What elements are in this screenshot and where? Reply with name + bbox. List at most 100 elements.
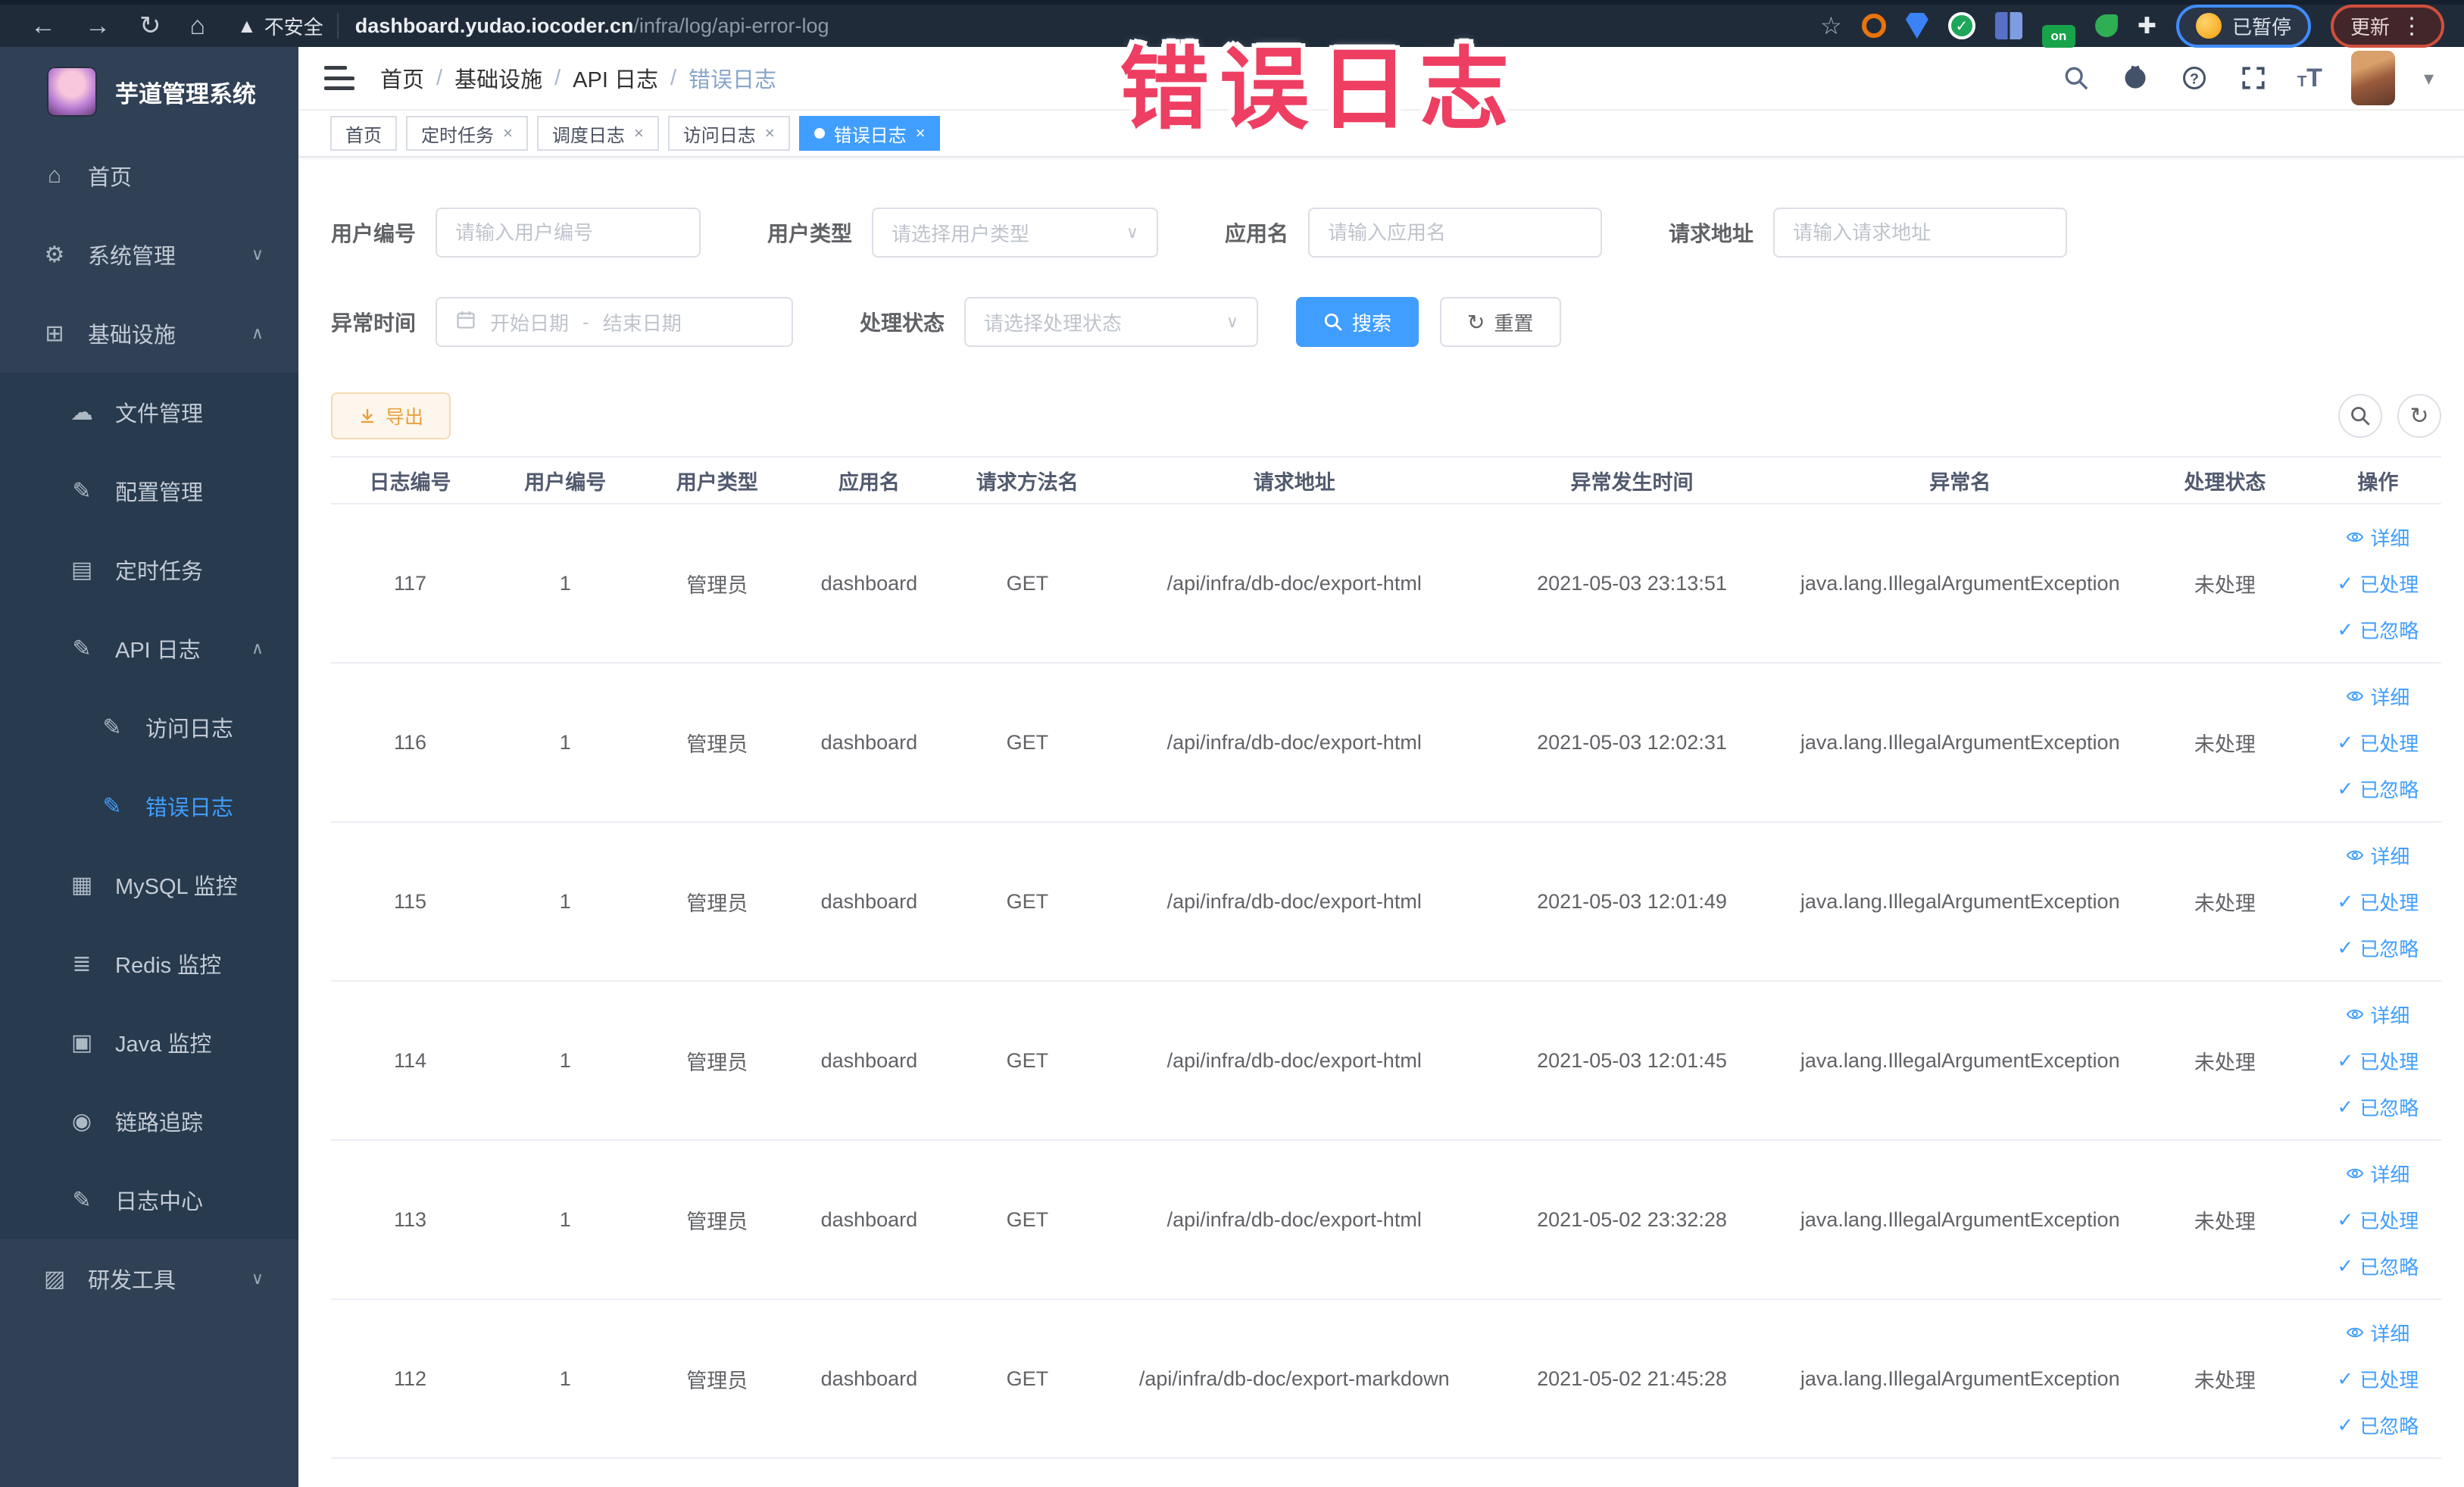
bookmark-star-icon[interactable]: ☆ [1820, 12, 1842, 39]
forward-icon[interactable]: → [85, 13, 111, 39]
toggle-search-button[interactable] [2338, 394, 2382, 438]
tab-home[interactable]: 首页 [330, 116, 397, 151]
export-button[interactable]: 导出 [331, 392, 451, 439]
filter-row-1: 用户编号 用户类型 请选择用户类型 ∨ 应用名 请求地址 [331, 208, 2441, 258]
sidebar-item-java-monitor[interactable]: ▣ Java 监控 [0, 1003, 298, 1082]
breadcrumb-item[interactable]: 基础设施 [454, 62, 542, 94]
detail-link[interactable]: 详细 [2346, 842, 2409, 870]
table-toolbar: 导出 ↻ [331, 392, 2441, 439]
request-url-input[interactable] [1773, 208, 2068, 258]
action-label: 已忽略 [2359, 1414, 2419, 1438]
breadcrumb-item[interactable]: 首页 [380, 62, 424, 94]
sidebar-item-trace[interactable]: ◉ 链路追踪 [0, 1082, 298, 1161]
cell-app: dashboard [820, 1367, 918, 1390]
sidebar-item-access-log[interactable]: ✎ 访问日志 [0, 688, 298, 767]
sidebar-item-system-mgmt[interactable]: ⚙ 系统管理 ∨ [0, 215, 298, 294]
sidebar-item-api-log[interactable]: ✎ API 日志 ∧ [0, 609, 298, 688]
user-avatar[interactable] [2350, 51, 2395, 105]
cell-app: dashboard [820, 889, 918, 913]
processed-link[interactable]: ✓ 已处理 [2337, 1206, 2419, 1234]
date-range-picker[interactable]: 开始日期 - 结束日期 [436, 297, 794, 347]
process-status-select[interactable]: 请选择处理状态 ∨ [964, 297, 1259, 347]
cell-time: 2021-05-02 21:45:28 [1537, 1367, 1727, 1390]
cell-exception: java.lang.IllegalArgumentException [1800, 1048, 2120, 1072]
ignored-link[interactable]: ✓ 已忽略 [2337, 1093, 2419, 1121]
security-warning-icon[interactable]: ▲ [237, 14, 257, 38]
monitor-icon: ⊞ [45, 320, 64, 346]
processed-link[interactable]: ✓ 已处理 [2337, 570, 2419, 598]
sidebar-item-dev-tools[interactable]: ▨ 研发工具 ∨ [0, 1239, 298, 1318]
search-icon[interactable] [2061, 63, 2091, 93]
ignored-link[interactable]: ✓ 已忽略 [2337, 1252, 2419, 1280]
browser-menu-icon[interactable]: ⋮ [2400, 13, 2425, 39]
extension-icon-shield[interactable] [1905, 13, 1928, 39]
reload-icon[interactable]: ↻ [139, 13, 161, 39]
column-header: 异常发生时间 [1570, 470, 1694, 494]
sidebar-item-config-mgmt[interactable]: ✎ 配置管理 [0, 451, 298, 530]
processed-link[interactable]: ✓ 已处理 [2337, 1365, 2419, 1393]
layers-icon: ≣ [72, 951, 92, 976]
sidebar-item-infrastructure[interactable]: ⊞ 基础设施 ∧ [0, 294, 298, 373]
processed-link[interactable]: ✓ 已处理 [2337, 729, 2419, 757]
ignored-link[interactable]: ✓ 已忽略 [2337, 775, 2419, 803]
search-button[interactable]: 搜索 [1296, 297, 1419, 347]
detail-link[interactable]: 详细 [2346, 683, 2409, 711]
ignored-link[interactable]: ✓ 已忽略 [2337, 934, 2419, 962]
github-icon[interactable] [2120, 63, 2150, 93]
extension-icon-on-switch[interactable]: on [2041, 24, 2075, 48]
action-label: 详细 [2370, 1322, 2410, 1345]
check-icon: ✓ [2337, 1367, 2354, 1390]
extensions-puzzle-icon[interactable]: ✚ [2138, 12, 2156, 39]
cell-user_type: 管理员 [686, 573, 748, 597]
update-button[interactable]: 更新 ⋮ [2330, 4, 2444, 48]
sidebar-toggle-icon[interactable] [324, 66, 354, 90]
security-label[interactable]: 不安全 [264, 12, 323, 40]
detail-link[interactable]: 详细 [2346, 1160, 2409, 1188]
extension-icon-grid[interactable] [1994, 12, 2022, 39]
breadcrumb-item[interactable]: API 日志 [573, 62, 658, 94]
tab-schedule-log[interactable]: 调度日志 × [536, 116, 659, 151]
close-icon[interactable]: × [765, 123, 775, 143]
close-icon[interactable]: × [503, 123, 513, 143]
profile-paused-badge[interactable]: 已暂停 [2175, 4, 2311, 48]
cell-actions: 详细 ✓ 已处理 ✓ 已忽略 [2315, 683, 2441, 803]
tab-error-log[interactable]: 错误日志 × [798, 116, 941, 151]
detail-link[interactable]: 详细 [2346, 1001, 2409, 1029]
detail-link[interactable]: 详细 [2346, 1319, 2409, 1347]
user-type-select[interactable]: 请选择用户类型 ∨ [872, 208, 1159, 258]
font-size-icon[interactable]: TT [2297, 64, 2322, 93]
app-name-input[interactable] [1308, 208, 1603, 258]
processed-link[interactable]: ✓ 已处理 [2337, 888, 2419, 916]
docs-help-icon[interactable]: ? [2179, 63, 2209, 93]
sidebar-item-file-mgmt[interactable]: ☁ 文件管理 [0, 373, 298, 451]
tab-access-log[interactable]: 访问日志 × [667, 116, 790, 151]
fullscreen-icon[interactable] [2238, 63, 2269, 93]
close-icon[interactable]: × [916, 123, 926, 143]
home-icon[interactable]: ⌂ [190, 13, 206, 39]
address-bar[interactable]: dashboard.yudao.iocoder.cn/infra/log/api… [355, 14, 829, 38]
sidebar-item-mysql-monitor[interactable]: ▦ MySQL 监控 [0, 845, 298, 924]
ignored-link[interactable]: ✓ 已忽略 [2337, 616, 2419, 644]
ignored-link[interactable]: ✓ 已忽略 [2337, 1411, 2419, 1439]
extension-icon-orange[interactable] [1861, 14, 1886, 38]
sidebar-item-scheduled-jobs[interactable]: ▤ 定时任务 [0, 530, 298, 609]
cell-method: GET [1006, 1048, 1049, 1072]
tab-scheduled-jobs[interactable]: 定时任务 × [406, 116, 528, 151]
reset-button[interactable]: ↻ 重置 [1440, 297, 1561, 347]
briefcase-icon: ▨ [43, 1266, 66, 1292]
sidebar-item-redis-monitor[interactable]: ≣ Redis 监控 [0, 924, 298, 1003]
sidebar-item-error-log[interactable]: ✎ 错误日志 [0, 767, 298, 845]
close-icon[interactable]: × [634, 123, 644, 143]
detail-link[interactable]: 详细 [2346, 523, 2409, 551]
chevron-down-icon[interactable]: ▾ [2424, 67, 2434, 90]
extension-icon-check[interactable]: ✓ [1947, 12, 1975, 39]
user-id-input[interactable] [436, 208, 701, 258]
processed-link[interactable]: ✓ 已处理 [2337, 1047, 2419, 1075]
sidebar-item-log-center[interactable]: ✎ 日志中心 [0, 1161, 298, 1239]
sidebar-logo[interactable]: 芋道管理系统 [0, 47, 298, 136]
cell-url: /api/infra/db-doc/export-markdown [1138, 1367, 1450, 1390]
refresh-button[interactable]: ↻ [2397, 394, 2441, 438]
extension-icon-leaf[interactable] [2094, 14, 2118, 37]
sidebar-item-home[interactable]: ⌂ 首页 [0, 136, 298, 215]
back-icon[interactable]: ← [30, 13, 56, 39]
